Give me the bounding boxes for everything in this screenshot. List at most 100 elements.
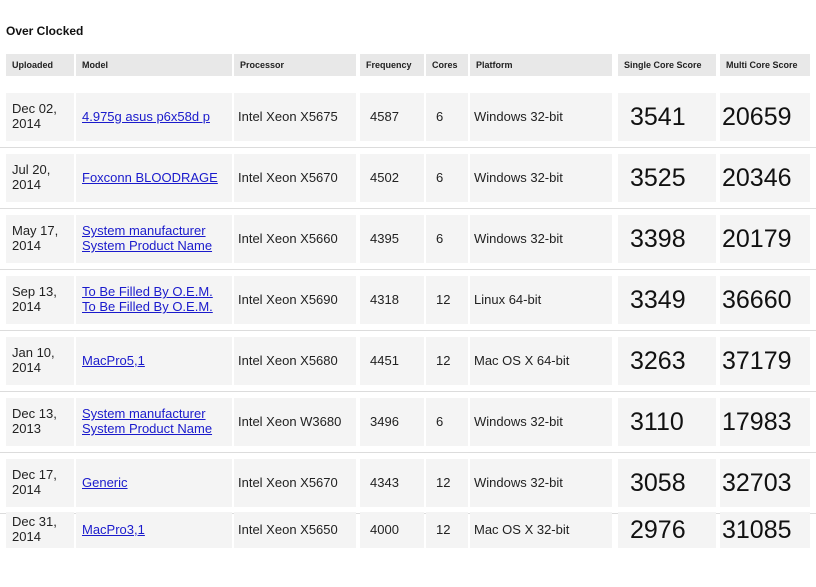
cores-value: 6 [436,231,444,246]
model-cell: System manufacturer System Product Name [76,398,232,446]
cores-cell: 12 [426,276,468,324]
processor-value: Intel Xeon X5680 [238,353,338,368]
frequency-value: 4395 [370,231,399,246]
frequency-cell: 4451 [360,337,424,385]
model-link[interactable]: MacPro5,1 [82,353,145,368]
frequency-cell: 4318 [360,276,424,324]
col-header-platform[interactable]: Platform [470,54,612,76]
multi-core-score: 37179 [722,347,792,375]
uploaded-cell: Dec 13, 2013 [6,398,74,446]
processor-cell: Intel Xeon X5650 [234,512,356,548]
cores-cell: 12 [426,337,468,385]
single-core-score: 2976 [630,516,686,544]
row-divider [0,330,816,331]
model-link[interactable]: Foxconn BLOODRAGE [82,170,218,185]
single-core-cell: 3541 [618,93,716,141]
model-cell: Foxconn BLOODRAGE [76,154,232,202]
processor-cell: Intel Xeon X5670 [234,154,356,202]
row-divider [0,452,816,453]
col-header-multi-core-score[interactable]: Multi Core Score [720,54,810,76]
model-cell: Generic [76,459,232,507]
model-link[interactable]: System manufacturer [82,406,206,421]
model-link[interactable]: MacPro3,1 [82,522,145,537]
row-divider [0,391,816,392]
processor-cell: Intel Xeon X5670 [234,459,356,507]
cores-cell: 6 [426,398,468,446]
frequency-value: 4587 [370,109,399,124]
uploaded-cell: Dec 02, 2014 [6,93,74,141]
multi-core-score: 20179 [722,225,792,253]
model-link[interactable]: System manufacturer [82,223,206,238]
processor-cell: Intel Xeon X5675 [234,93,356,141]
model-cell: MacPro3,1 [76,512,232,548]
multi-core-cell: 20179 [720,215,810,263]
platform-cell: Linux 64-bit [470,276,612,324]
model-cell: 4.975g asus p6x58d p [76,93,232,141]
uploaded-cell: Dec 31, 2014 [6,512,74,548]
table-row: Dec 31, 2014 MacPro3,1 Intel Xeon X5650 4000… [0,512,816,548]
col-header-processor[interactable]: Processor [234,54,356,76]
processor-value: Intel Xeon X5670 [238,475,338,490]
row-divider [0,208,816,209]
model-link-secondary[interactable]: System Product Name [82,421,212,436]
model-link[interactable]: 4.975g asus p6x58d p [82,109,210,124]
row-divider [0,147,816,148]
model-cell: System manufacturer System Product Name [76,215,232,263]
single-core-cell: 3349 [618,276,716,324]
single-core-cell: 3398 [618,215,716,263]
single-core-score: 3349 [630,286,686,314]
upload-date: Dec 13, 2013 [12,406,57,436]
multi-core-cell: 32703 [720,459,810,507]
table-row: Dec 13, 2013 System manufacturer System Pro… [0,398,816,446]
table-row: Jul 20, 2014 Foxconn BLOODRAGE Intel Xeon X… [0,154,816,202]
processor-value: Intel Xeon X5675 [238,109,338,124]
frequency-cell: 4000 [360,512,424,548]
model-link-secondary[interactable]: System Product Name [82,238,212,253]
cores-cell: 6 [426,154,468,202]
uploaded-cell: May 17, 2014 [6,215,74,263]
frequency-cell: 4343 [360,459,424,507]
cores-cell: 6 [426,215,468,263]
processor-cell: Intel Xeon X5690 [234,276,356,324]
model-link[interactable]: Generic [82,475,128,490]
platform-value: Windows 32-bit [474,231,563,246]
single-core-score: 3398 [630,225,686,253]
cores-value: 12 [436,522,451,537]
multi-core-score: 32703 [722,469,792,497]
cores-value: 6 [436,109,444,124]
multi-core-score: 36660 [722,286,792,314]
processor-cell: Intel Xeon X5660 [234,215,356,263]
model-link[interactable]: To Be Filled By O.E.M. [82,284,213,299]
platform-cell: Mac OS X 32-bit [470,512,612,548]
platform-cell: Mac OS X 64-bit [470,337,612,385]
frequency-value: 4000 [370,522,399,537]
upload-date: Jul 20, 2014 [12,162,51,192]
multi-core-cell: 31085 [720,512,810,548]
platform-value: Windows 32-bit [474,475,563,490]
single-core-cell: 3263 [618,337,716,385]
table-row: May 17, 2014 System manufacturer System Pro… [0,215,816,263]
cores-value: 6 [436,170,444,185]
col-header-cores[interactable]: Cores [426,54,468,76]
multi-core-score: 17983 [722,408,792,436]
platform-value: Windows 32-bit [474,414,563,429]
col-header-single-core-score[interactable]: Single Core Score [618,54,716,76]
col-header-model[interactable]: Model [76,54,232,76]
col-header-uploaded[interactable]: Uploaded [6,54,74,76]
col-header-frequency[interactable]: Frequency [360,54,424,76]
frequency-cell: 4587 [360,93,424,141]
table-row: Dec 02, 2014 4.975g asus p6x58d p Intel Xeo… [0,93,816,141]
model-link-secondary[interactable]: To Be Filled By O.E.M. [82,299,213,314]
upload-date: May 17, 2014 [12,223,59,253]
uploaded-cell: Jul 20, 2014 [6,154,74,202]
frequency-value: 3496 [370,414,399,429]
frequency-cell: 4502 [360,154,424,202]
single-core-score: 3541 [630,103,686,131]
processor-cell: Intel Xeon W3680 [234,398,356,446]
frequency-value: 4318 [370,292,399,307]
cores-cell: 6 [426,93,468,141]
single-core-cell: 3110 [618,398,716,446]
platform-value: Windows 32-bit [474,109,563,124]
cores-value: 12 [436,353,451,368]
processor-cell: Intel Xeon X5680 [234,337,356,385]
